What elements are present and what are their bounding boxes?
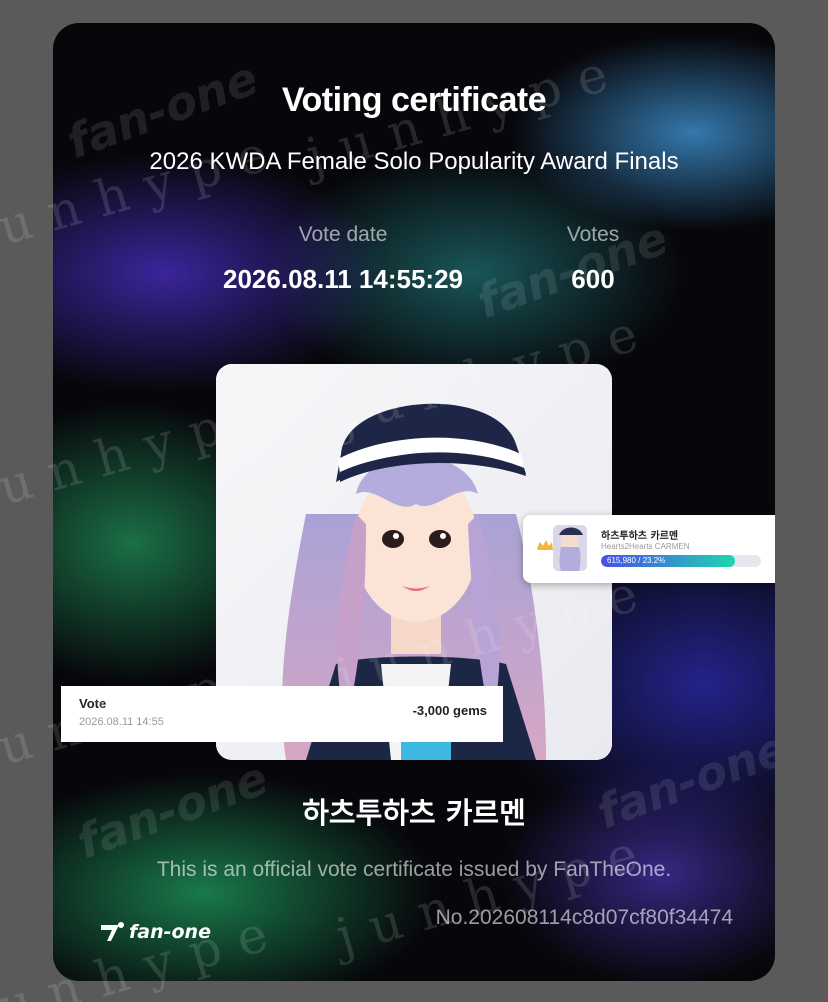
receipt-gem-amount: -3,000 gems	[412, 703, 487, 718]
ranking-card[interactable]: 하츠투하츠 카르멘 Hearts2Hearts CARMEN 615,980 /…	[523, 515, 775, 583]
fanone-logo-icon	[101, 922, 124, 941]
fanone-brand-logo: fan-one	[99, 921, 211, 943]
ranking-artist-english-name: Hearts2Hearts CARMEN	[601, 542, 690, 551]
voting-certificate-card: fan-one fan-one fan-one fan-one fan-one …	[53, 23, 775, 981]
issued-by-statement: This is an official vote certificate iss…	[156, 858, 672, 881]
artist-name: 하츠투하츠 카르멘	[302, 796, 526, 830]
certificate-title: Voting certificate	[281, 81, 547, 119]
vote-progress-text: 615,980 / 23.2%	[607, 556, 666, 565]
crown-icon	[537, 540, 553, 550]
vote-date-value: 2026.08.11 14:55:29	[223, 264, 463, 294]
votes-value: 600	[571, 264, 615, 294]
event-name: 2026 KWDA Female Solo Popularity Award F…	[149, 148, 679, 175]
receipt-label: Vote	[79, 696, 107, 711]
brand-wordmark: fan-one	[129, 921, 211, 943]
vote-date-label: Vote date	[298, 223, 388, 246]
ranking-artist-name: 하츠투하츠 카르멘	[601, 531, 679, 542]
receipt-date: 2026.08.11 14:55	[79, 716, 164, 728]
gem-receipt-card: Vote 2026.08.11 14:55 -3,000 gems	[61, 686, 503, 742]
votes-label: Votes	[566, 223, 620, 246]
certificate-serial-number: No.202608114c8d07cf80f34474	[435, 906, 733, 929]
